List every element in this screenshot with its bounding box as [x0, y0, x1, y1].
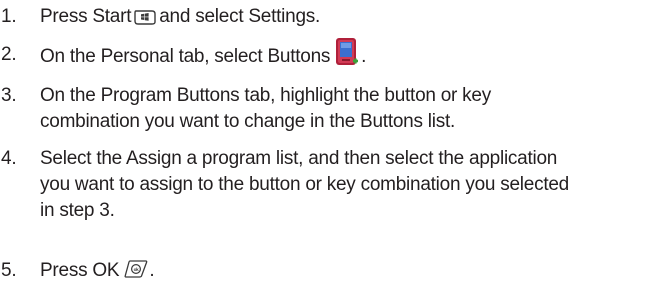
step-number: 2. [1, 44, 17, 65]
start-key-icon [134, 7, 156, 25]
step-text-part: . [149, 260, 155, 281]
step-number: 1. [1, 6, 17, 27]
step-text-line: in step 3. [40, 200, 115, 221]
buttons-settings-icon [335, 37, 359, 67]
step-text-part: Press OK [40, 260, 120, 281]
step-number: 5. [1, 260, 17, 281]
step-text: On the Personal tab, select Buttons . [40, 38, 660, 72]
step-1: 1. Press Start and select Settings. [0, 4, 660, 30]
step-text-line: Select the Assign a program list, and th… [40, 148, 558, 169]
step-text-line: combination you want to change in the Bu… [40, 111, 456, 132]
step-text-line: On the Program Buttons tab, highlight th… [40, 85, 491, 106]
step-text-part: On the Personal tab, select Buttons [40, 46, 331, 68]
step-5: 5. Press OK ok . [0, 258, 660, 284]
step-text-line: you want to assign to the button or key … [40, 174, 569, 195]
step-text: On the Program Buttons tab, highlight th… [40, 83, 660, 135]
svg-text:ok: ok [134, 267, 140, 272]
step-text-part: . [361, 46, 367, 68]
step-3: 3. On the Program Buttons tab, highlight… [0, 83, 660, 135]
step-text: Select the Assign a program list, and th… [40, 146, 660, 224]
ok-key-icon: ok [124, 260, 148, 278]
step-text-part: Press Start [40, 6, 132, 27]
step-number: 4. [1, 148, 17, 169]
step-number: 3. [1, 85, 17, 106]
step-2: 2. On the Personal tab, select Buttons . [0, 38, 660, 72]
step-4: 4. Select the Assign a program list, and… [0, 146, 660, 224]
step-text: Press OK ok . [40, 258, 660, 284]
step-text-part: and select Settings. [159, 6, 321, 27]
step-text: Press Start and select Settings. [40, 4, 660, 30]
